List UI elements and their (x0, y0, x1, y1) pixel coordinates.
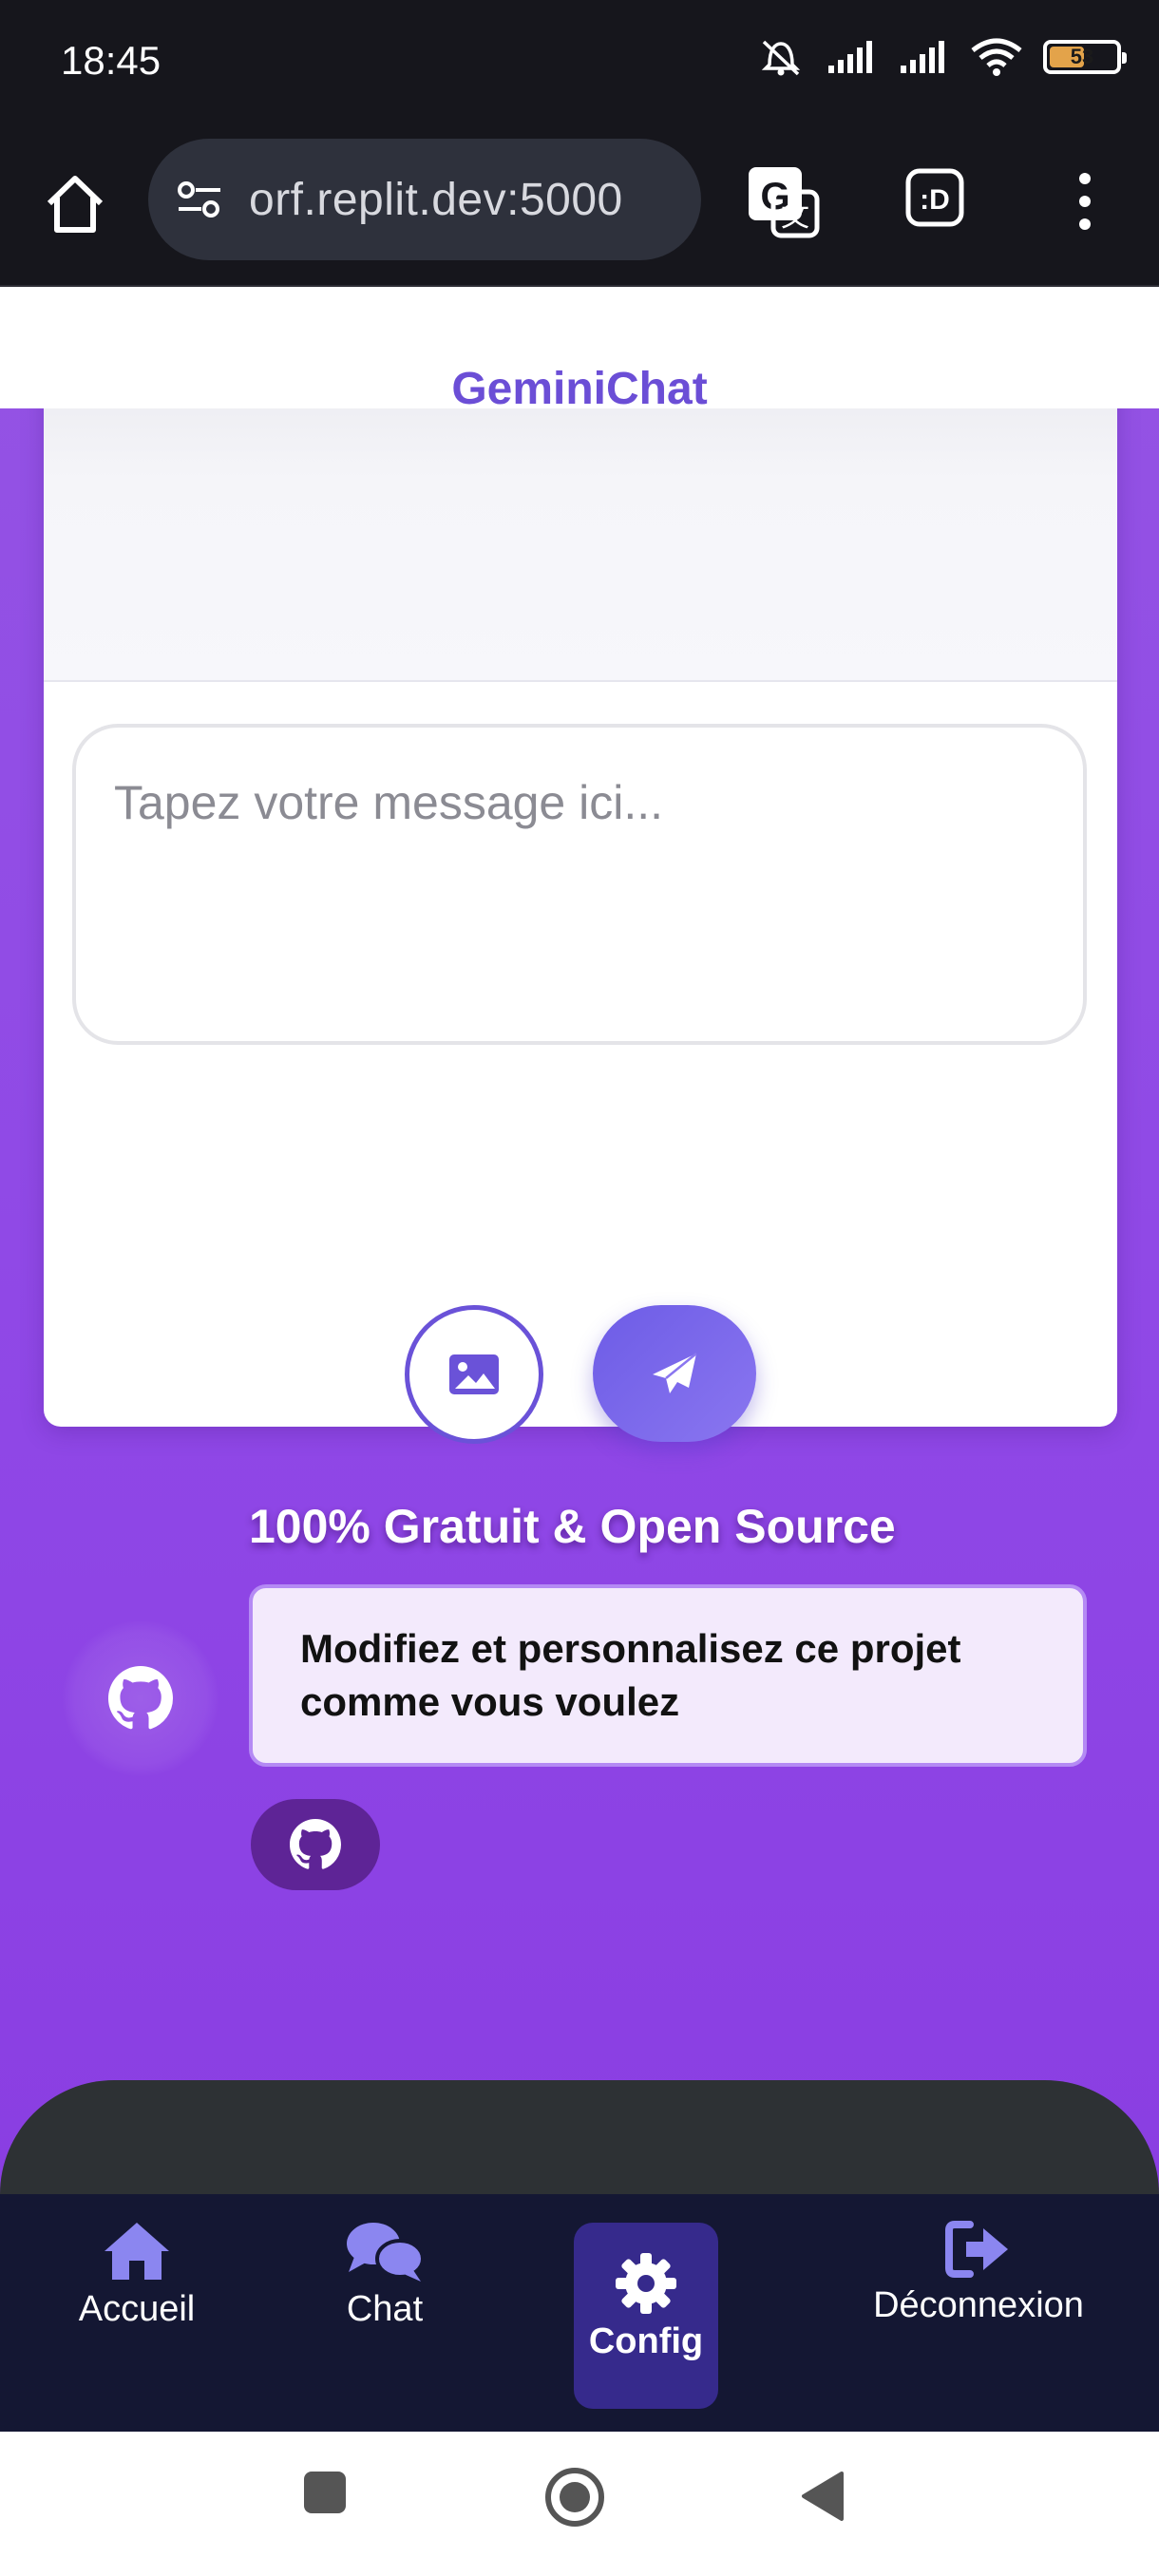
translate-icon[interactable]: G 文 (745, 163, 821, 239)
status-icons: 53 (756, 36, 1127, 78)
logout-icon (945, 2221, 1008, 2278)
back-icon[interactable] (800, 2470, 846, 2523)
bottom-nav: Accueil Chat Config Déconnexion (0, 2194, 1159, 2432)
nav-label: Config (588, 2321, 704, 2361)
nav-label: Chat (346, 2289, 424, 2329)
battery-level: 53 (1070, 45, 1094, 68)
url-text: orf.replit.dev:5000 (249, 174, 623, 225)
app-title: GeminiChat (451, 364, 708, 414)
status-time: 18:45 (61, 38, 162, 83)
nav-item-chat[interactable]: Chat (314, 2219, 456, 2330)
gear-icon (616, 2253, 676, 2314)
svg-text::D: :D (920, 184, 950, 216)
nav-item-config[interactable]: Config (574, 2223, 718, 2409)
app-header: GeminiChat (0, 287, 1159, 414)
mute-icon (761, 40, 801, 76)
system-nav-bar (0, 2432, 1159, 2576)
home-circle-icon[interactable] (543, 2466, 606, 2529)
home-icon (104, 2223, 169, 2280)
battery-icon: 53 (1043, 40, 1127, 74)
signal-icon (901, 41, 944, 73)
nav-label: Accueil (78, 2289, 196, 2329)
wifi-icon (971, 38, 1022, 76)
nav-item-accueil[interactable]: Accueil (57, 2219, 217, 2330)
more-menu-icon[interactable] (1068, 167, 1102, 236)
nav-item-deconnexion[interactable]: Déconnexion (855, 2219, 1102, 2326)
github-icon (108, 1666, 173, 1730)
chat-card (44, 344, 1117, 1444)
app-content: GeminiChat 100% Gratuit & Open Source Mo… (0, 287, 1159, 2194)
upload-image-button[interactable] (405, 1305, 543, 1444)
status-bar: 18:45 53 (0, 0, 1159, 131)
browser-toolbar: orf.replit.dev:5000 G 文 :D (0, 131, 1159, 287)
github-link-button[interactable] (251, 1799, 380, 1890)
message-input[interactable] (72, 724, 1087, 1045)
home-icon[interactable] (42, 171, 108, 237)
send-button[interactable] (593, 1305, 756, 1442)
github-badge (63, 1620, 218, 1776)
paper-plane-icon (653, 1353, 697, 1393)
svg-text:文: 文 (781, 201, 809, 233)
promo-description: Modifiez et personnalisez ce projet comm… (249, 1584, 1087, 1767)
dark-mode-icon[interactable]: :D (904, 167, 965, 228)
nav-label: Déconnexion (873, 2285, 1084, 2325)
chat-icon (347, 2223, 425, 2282)
footer-curve (0, 2080, 1159, 2194)
github-icon (290, 1819, 341, 1869)
url-bar[interactable]: orf.replit.dev:5000 (148, 139, 701, 260)
site-settings-icon[interactable] (173, 173, 226, 226)
image-icon (449, 1354, 499, 1394)
promo-title: 100% Gratuit & Open Source (249, 1500, 896, 1553)
signal-icon (828, 41, 872, 73)
recents-icon[interactable] (302, 2470, 348, 2515)
